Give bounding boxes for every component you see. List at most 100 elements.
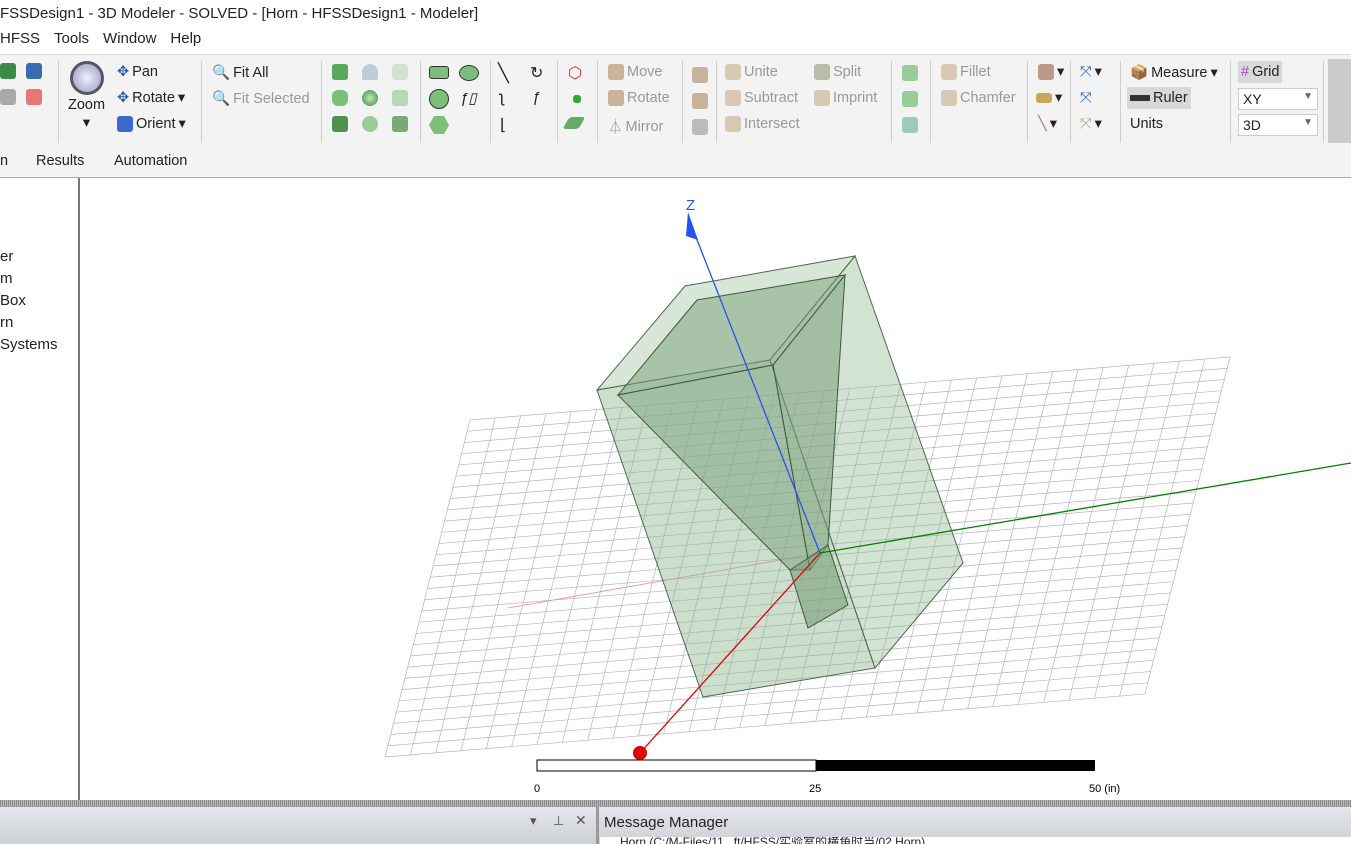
tree-item-modeler[interactable]: er: [0, 248, 13, 265]
face-axes-icon: ⤧: [1080, 116, 1092, 132]
helix-icon[interactable]: [392, 64, 408, 80]
spline-icon[interactable]: ʅ: [500, 89, 504, 107]
unite-icon: [725, 64, 741, 80]
pin-icon[interactable]: ⊥: [553, 813, 564, 829]
tab-automation[interactable]: Automation: [114, 153, 187, 169]
torus-icon[interactable]: [362, 116, 378, 132]
menu-help[interactable]: Help: [170, 30, 201, 54]
fit-all-button[interactable]: 🔍 Fit All: [212, 64, 269, 82]
panel-splitter[interactable]: [0, 800, 1351, 807]
pan-button[interactable]: ✥ Pan: [117, 64, 158, 80]
cone-icon[interactable]: [362, 64, 378, 80]
z-axis-label: Z: [686, 197, 695, 214]
tree-item-coordinate-systems[interactable]: Systems: [0, 336, 58, 353]
mirror-button[interactable]: ⏃ Mirror: [608, 116, 663, 137]
fit-selected-button[interactable]: 🔍 Fit Selected: [212, 90, 310, 108]
tab-simulation[interactable]: n: [0, 153, 8, 169]
fillet-button[interactable]: Fillet: [941, 64, 991, 80]
menu-window[interactable]: Window: [103, 30, 156, 54]
grid-line: [967, 371, 1054, 709]
sweep-along-path-icon[interactable]: [902, 117, 918, 133]
scale-tick-25: 25: [809, 783, 821, 795]
tree-item-vacuum[interactable]: m: [0, 270, 13, 287]
polyline-icon[interactable]: ⌊: [500, 115, 506, 135]
face-icon: [1036, 93, 1052, 103]
scale-tick-50: 50 (in): [1089, 783, 1120, 795]
grid-type-select[interactable]: 3D ▼: [1238, 114, 1318, 136]
ruler-button[interactable]: Ruler: [1127, 87, 1191, 109]
measure-button[interactable]: 📦 Measure ▾: [1130, 64, 1218, 82]
ribbon: Zoom ▾ ✥ Pan ✥ Rotate ▾ Orient ▾ 🔍 Fit All 🔍…: [0, 54, 1351, 150]
cylinder-icon[interactable]: [332, 90, 348, 106]
fit-all-icon: 🔍: [212, 65, 231, 81]
duplicate-along-line-icon[interactable]: [692, 67, 708, 83]
equation-curve-icon[interactable]: ƒ: [532, 89, 540, 106]
rotate-object-button[interactable]: Rotate: [608, 90, 670, 106]
duplicate-mirror-icon[interactable]: [692, 119, 708, 135]
split-button[interactable]: Split: [814, 64, 861, 80]
plane-icon[interactable]: [562, 117, 586, 129]
grid-icon: #: [1241, 64, 1250, 80]
polygon-icon[interactable]: [429, 116, 449, 134]
relative-cs-button[interactable]: ⤧: [1080, 90, 1092, 106]
rotate-object-icon: [608, 90, 624, 106]
spiral-icon[interactable]: [392, 90, 408, 106]
ellipse-icon[interactable]: [459, 65, 479, 81]
duplicate-around-axis-icon[interactable]: [692, 93, 708, 109]
tree-item-box[interactable]: Box: [0, 292, 26, 309]
close-icon[interactable]: ✕: [575, 812, 587, 829]
sphere-icon[interactable]: [362, 90, 378, 106]
face-cs-button[interactable]: ⤧ ▾: [1080, 116, 1102, 132]
equation-surface-icon[interactable]: ƒ▯: [460, 89, 477, 107]
arc-icon[interactable]: ↻: [530, 63, 543, 83]
view-icon[interactable]: [26, 63, 42, 79]
intersect-button[interactable]: Intersect: [725, 116, 800, 132]
panel-divider[interactable]: [596, 807, 599, 844]
tree-item-horn[interactable]: rn: [0, 314, 13, 331]
orient-button[interactable]: Orient ▾: [117, 116, 186, 132]
z-axis-arrow-icon: [686, 212, 698, 240]
sweep-around-axis-icon[interactable]: [902, 91, 918, 107]
grid-line: [1119, 359, 1206, 697]
magnifier-icon: [69, 61, 104, 95]
coordinate-system-dropdown[interactable]: ⤧ ▾: [1080, 64, 1102, 80]
message-manager-title: Message Manager: [604, 814, 729, 831]
zoom-button[interactable]: Zoom ▾: [68, 61, 105, 131]
polyhedron-icon[interactable]: [332, 116, 348, 132]
coax-dropdown[interactable]: ▾: [1038, 64, 1064, 80]
box-icon[interactable]: [332, 64, 348, 80]
chamfer-button[interactable]: Chamfer: [941, 90, 1016, 106]
bondwire-icon[interactable]: [392, 116, 408, 132]
rotate-button[interactable]: ✥ Rotate ▾: [117, 90, 185, 106]
unite-button[interactable]: Unite: [725, 64, 778, 80]
subtract-button[interactable]: Subtract: [725, 90, 798, 106]
units-button[interactable]: Units: [1130, 116, 1163, 132]
point-icon[interactable]: [573, 95, 581, 103]
message-line[interactable]: Horn (C:/M-Files/11...ft/HFSS/实验室的横角时当/0…: [600, 837, 1351, 844]
cube-icon: [117, 116, 133, 132]
rectangle-icon[interactable]: [429, 66, 449, 79]
subtract-icon: [725, 90, 741, 106]
line-dropdown[interactable]: ╲ ▾: [1038, 116, 1057, 132]
tab-results[interactable]: Results: [36, 153, 84, 169]
panel-menu-icon[interactable]: ▾: [530, 813, 537, 829]
eye-icon[interactable]: [0, 63, 16, 79]
snap-mode-panel[interactable]: [1328, 59, 1351, 143]
hide-all-icon[interactable]: [26, 89, 42, 105]
face-cs-dropdown[interactable]: ▾: [1036, 90, 1062, 106]
menu-hfss[interactable]: HFSS: [0, 30, 40, 54]
line-icon[interactable]: ╲: [498, 63, 509, 84]
imprint-button[interactable]: Imprint: [814, 90, 877, 106]
circle-icon[interactable]: [429, 89, 449, 109]
menu-tools[interactable]: Tools: [54, 30, 89, 54]
region-icon[interactable]: ⬡: [568, 63, 582, 83]
grid-button[interactable]: # Grid: [1238, 61, 1283, 83]
grid-plane-select[interactable]: XY ▼: [1238, 88, 1318, 110]
sweep-along-vector-icon[interactable]: [902, 65, 918, 81]
move-button[interactable]: Move: [608, 64, 662, 80]
3d-viewport[interactable]: Z 0 25 50 (in): [81, 178, 1351, 800]
intersect-icon: [725, 116, 741, 132]
coax-icon: [1038, 64, 1054, 80]
grid-line: [992, 369, 1079, 707]
hide-icon[interactable]: [0, 89, 16, 105]
